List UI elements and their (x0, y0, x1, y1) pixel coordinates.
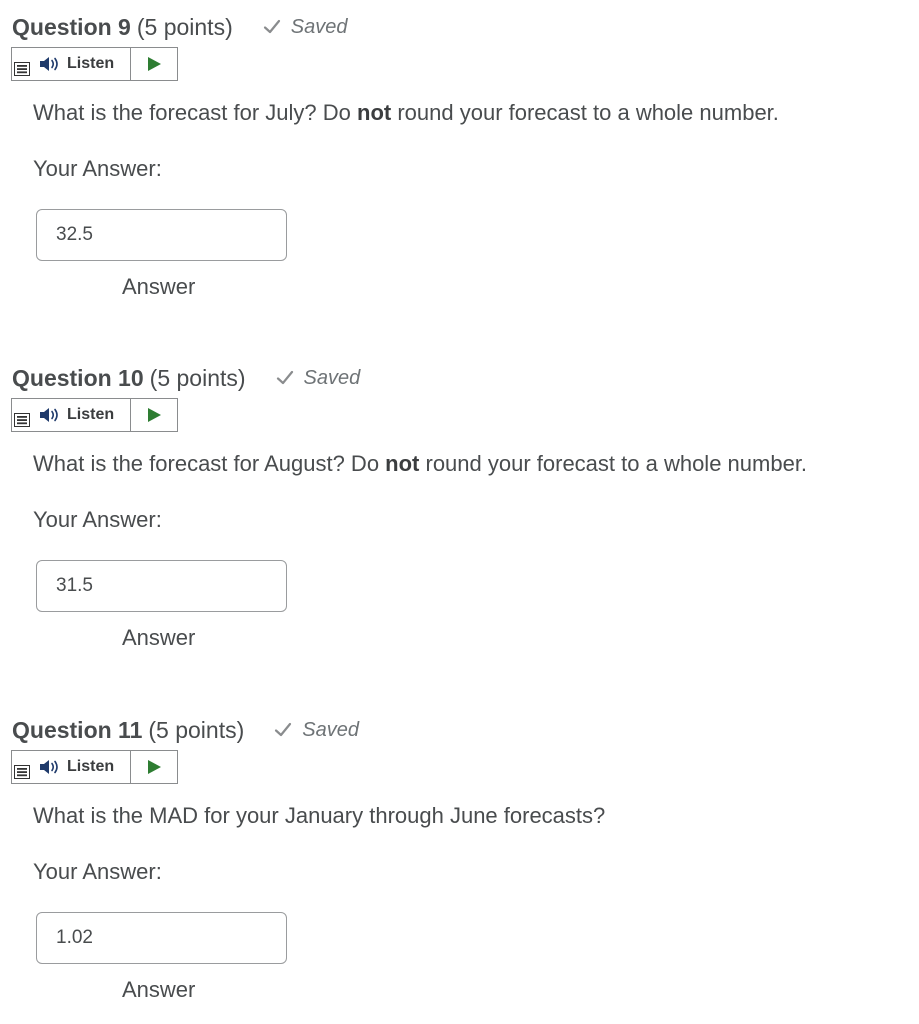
play-button[interactable] (131, 399, 177, 431)
listen-menu-button[interactable] (12, 48, 34, 80)
your-answer-label: Your Answer: (33, 859, 162, 884)
question-header: Question 10 (5 points) Saved (12, 363, 360, 393)
question-header: Question 11 (5 points) Saved (12, 715, 359, 745)
play-icon (148, 760, 161, 774)
play-icon (148, 408, 161, 422)
question-title: Question 10 (12, 364, 144, 391)
question-text: What is the forecast for July? Do not ro… (33, 100, 779, 125)
speaker-icon (40, 57, 58, 71)
your-answer-label: Your Answer: (33, 156, 162, 181)
play-button[interactable] (131, 48, 177, 80)
check-icon (263, 19, 280, 34)
listen-label: Listen (67, 55, 115, 72)
check-icon (275, 722, 292, 737)
listen-toolbar: Listen (11, 398, 178, 432)
answer-input[interactable] (36, 209, 287, 261)
check-icon (276, 370, 293, 385)
menu-icon (14, 413, 30, 427)
listen-button[interactable]: Listen (34, 48, 131, 80)
speaker-icon (40, 760, 58, 774)
saved-label: Saved (303, 366, 361, 389)
answer-input[interactable] (36, 912, 287, 964)
saved-status: Saved (274, 719, 359, 742)
menu-icon (14, 765, 30, 779)
answer-field-label: Answer (122, 625, 196, 650)
answer-field-label: Answer (122, 977, 196, 1002)
listen-toolbar: Listen (11, 750, 178, 784)
play-button[interactable] (131, 751, 177, 783)
saved-label: Saved (290, 15, 348, 38)
listen-button[interactable]: Listen (34, 751, 131, 783)
answer-field-label: Answer (122, 274, 196, 299)
saved-label: Saved (302, 718, 359, 741)
question-text: What is the MAD for your January through… (33, 803, 606, 828)
menu-icon (14, 62, 30, 76)
question-header: Question 9 (5 points) Saved (12, 12, 347, 42)
listen-menu-button[interactable] (12, 399, 34, 431)
your-answer-label: Your Answer: (33, 507, 162, 532)
speaker-icon (40, 408, 58, 422)
question-title: Question 11 (12, 716, 143, 743)
question-text: What is the forecast for August? Do not … (33, 451, 808, 476)
listen-menu-button[interactable] (12, 751, 34, 783)
listen-label: Listen (67, 758, 115, 775)
play-icon (148, 57, 161, 71)
saved-status: Saved (263, 15, 348, 39)
question-title: Question 9 (12, 13, 131, 40)
question-points: (5 points) (148, 716, 245, 743)
saved-status: Saved (276, 366, 361, 390)
listen-button[interactable]: Listen (34, 399, 131, 431)
question-points: (5 points) (136, 13, 233, 40)
listen-toolbar: Listen (11, 47, 178, 81)
answer-input[interactable] (36, 560, 287, 612)
question-points: (5 points) (149, 364, 246, 391)
listen-label: Listen (67, 406, 115, 423)
